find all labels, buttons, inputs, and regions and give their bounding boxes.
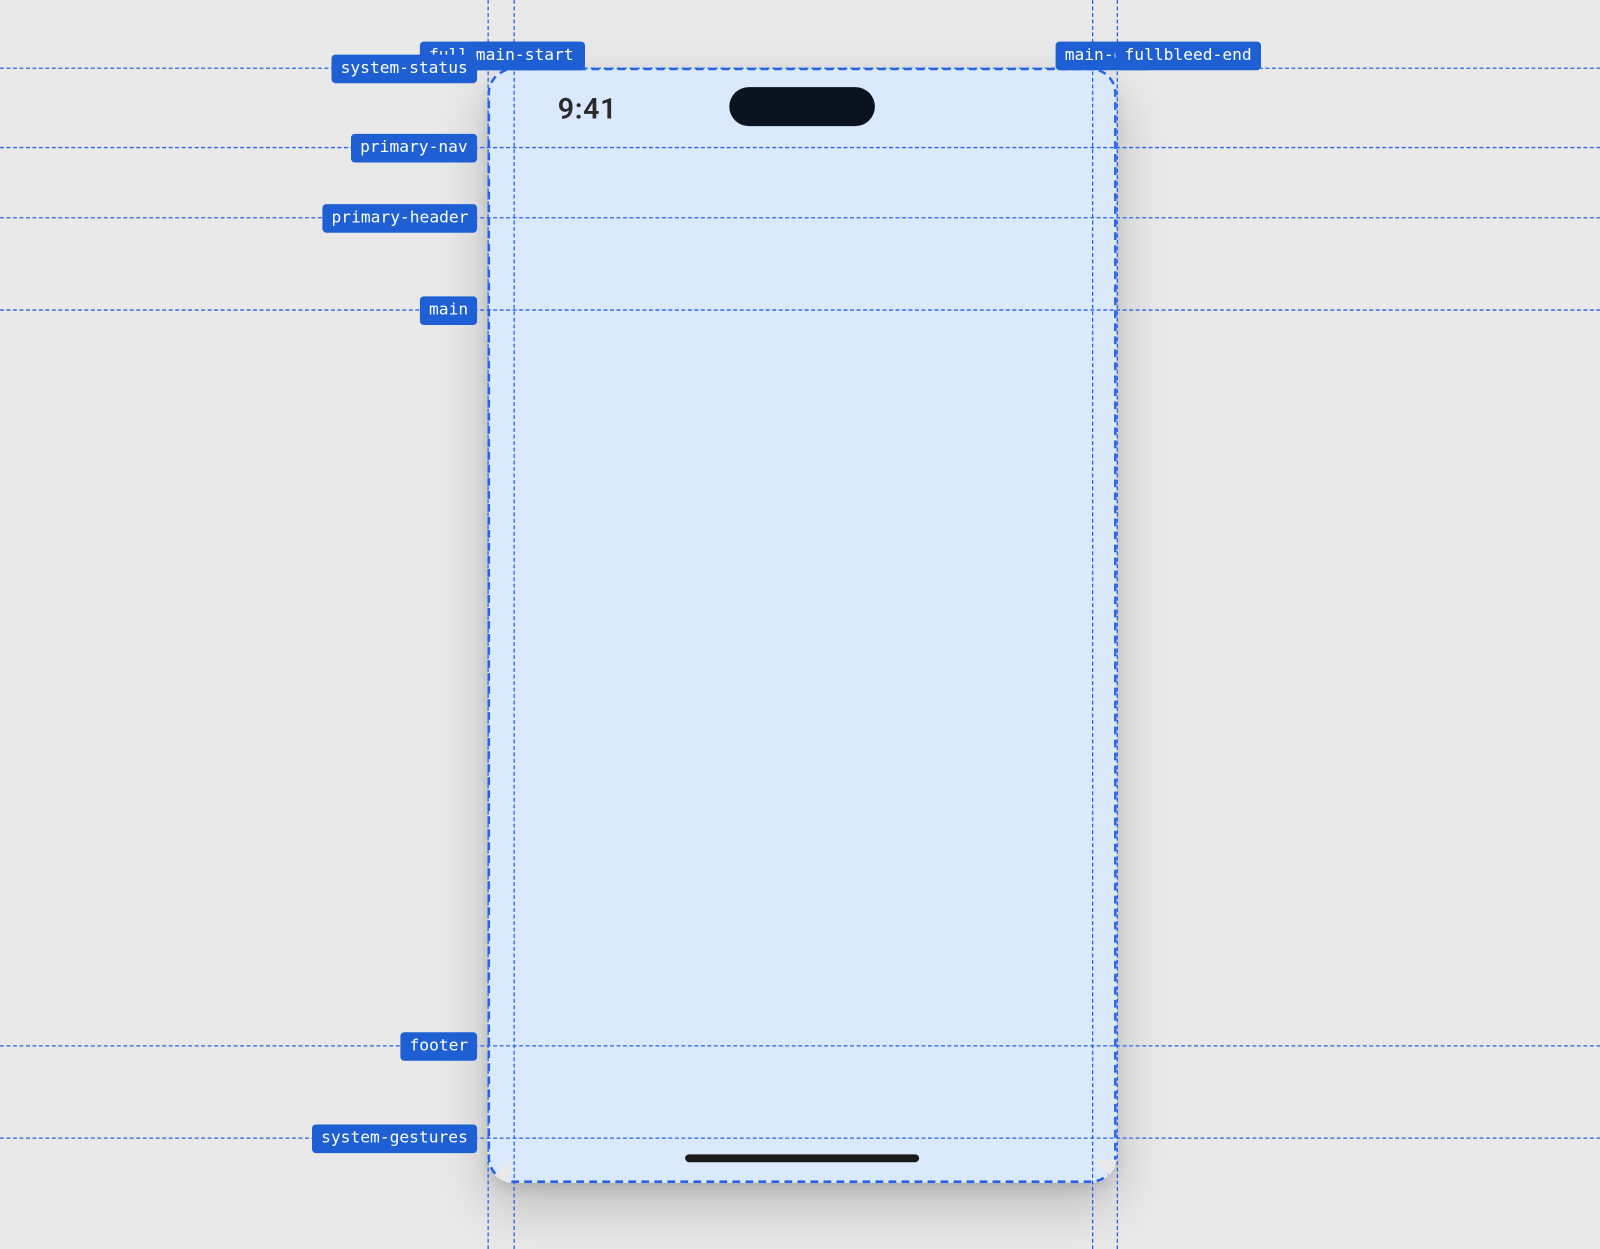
home-indicator[interactable] — [685, 1154, 919, 1162]
label-system-gestures: system-gestures — [312, 1125, 477, 1153]
stage: 9:41 fullbleed-startmain-startmain-endfu… — [0, 0, 1600, 1249]
label-system-status: system-status — [332, 55, 477, 83]
label-main-start: main-start — [467, 42, 583, 70]
label-main: main — [420, 296, 477, 324]
device-frame: 9:41 — [487, 68, 1116, 1183]
device-outline — [487, 68, 1116, 1183]
label-primary-nav: primary-nav — [351, 134, 477, 162]
status-time: 9:41 — [558, 94, 617, 127]
label-primary-header: primary-header — [322, 204, 477, 232]
label-footer: footer — [400, 1032, 477, 1060]
guide-fullbleed-end — [1117, 0, 1118, 1249]
label-fullbleed-end: fullbleed-end — [1115, 42, 1260, 70]
dynamic-island — [729, 87, 875, 126]
